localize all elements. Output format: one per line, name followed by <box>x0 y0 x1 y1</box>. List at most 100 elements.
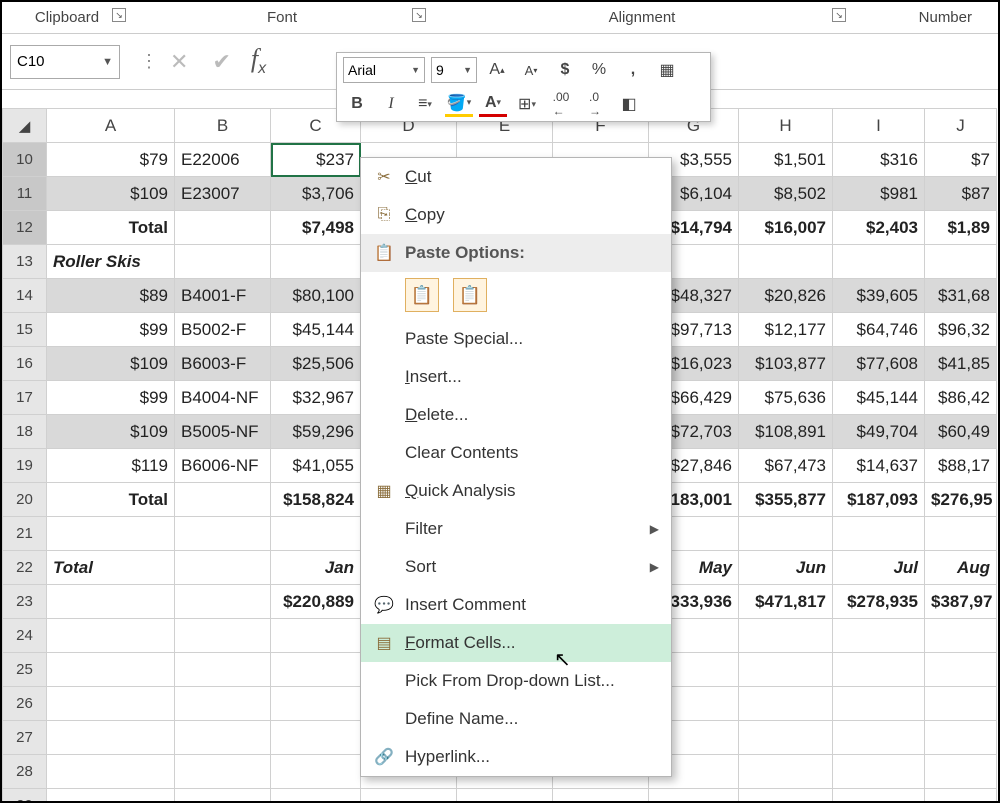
cell[interactable]: $316 <box>833 143 925 177</box>
cell[interactable]: $109 <box>47 347 175 381</box>
cell[interactable] <box>271 687 361 721</box>
cell[interactable] <box>925 653 997 687</box>
cell[interactable]: $64,746 <box>833 313 925 347</box>
cell[interactable] <box>833 517 925 551</box>
row-header[interactable]: 23 <box>3 585 47 619</box>
row-header[interactable]: 16 <box>3 347 47 381</box>
cell[interactable] <box>833 245 925 279</box>
paste-option-paste-icon[interactable]: 📋 <box>405 278 439 312</box>
fx-icon[interactable]: fx <box>251 44 266 78</box>
cell[interactable] <box>739 517 833 551</box>
cell[interactable] <box>833 789 925 802</box>
clear-format-icon[interactable]: ◧ <box>615 91 643 117</box>
cell[interactable] <box>271 721 361 755</box>
cell[interactable]: B4004-NF <box>175 381 271 415</box>
cell[interactable]: $59,296 <box>271 415 361 449</box>
cell[interactable]: Total <box>47 211 175 245</box>
cell[interactable]: $41,055 <box>271 449 361 483</box>
menu-cut[interactable]: ✂Cut <box>361 158 671 196</box>
cell[interactable] <box>175 551 271 585</box>
cell[interactable]: $60,49 <box>925 415 997 449</box>
cell[interactable] <box>553 789 649 802</box>
mini-font-size[interactable]: 9 ▼ <box>431 57 477 83</box>
cell[interactable]: $103,877 <box>739 347 833 381</box>
cell[interactable]: $355,877 <box>739 483 833 517</box>
cell[interactable] <box>739 755 833 789</box>
cell[interactable]: $2,403 <box>833 211 925 245</box>
cell[interactable]: $981 <box>833 177 925 211</box>
paste-option-values-icon[interactable]: 📋 <box>453 278 487 312</box>
cell[interactable]: $20,826 <box>739 279 833 313</box>
row-header[interactable]: 27 <box>3 721 47 755</box>
cell[interactable] <box>925 687 997 721</box>
cell[interactable]: Jul <box>833 551 925 585</box>
cell[interactable] <box>925 245 997 279</box>
cell[interactable]: $3,706 <box>271 177 361 211</box>
cell[interactable] <box>271 619 361 653</box>
row-header[interactable]: 12 <box>3 211 47 245</box>
row-header[interactable]: 10 <box>3 143 47 177</box>
cell[interactable] <box>925 517 997 551</box>
cell[interactable] <box>361 789 457 802</box>
cell[interactable] <box>833 653 925 687</box>
cell[interactable] <box>175 755 271 789</box>
cell[interactable]: $49,704 <box>833 415 925 449</box>
increase-font-icon[interactable]: A▴ <box>483 57 511 83</box>
col-header[interactable]: A <box>47 109 175 143</box>
cell[interactable] <box>175 619 271 653</box>
cell[interactable] <box>47 687 175 721</box>
cell[interactable] <box>739 789 833 802</box>
cell[interactable] <box>925 789 997 802</box>
cell[interactable]: $45,144 <box>833 381 925 415</box>
cell[interactable] <box>175 653 271 687</box>
row-header[interactable]: 19 <box>3 449 47 483</box>
cell[interactable]: $25,506 <box>271 347 361 381</box>
cell[interactable]: Total <box>47 551 175 585</box>
cell[interactable] <box>47 721 175 755</box>
cell[interactable] <box>739 653 833 687</box>
mini-font-name[interactable]: Arial ▼ <box>343 57 425 83</box>
cell[interactable]: $80,100 <box>271 279 361 313</box>
enter-entry-icon[interactable]: ✔ <box>212 49 230 75</box>
row-header[interactable]: 25 <box>3 653 47 687</box>
cell[interactable]: $79 <box>47 143 175 177</box>
row-header[interactable]: 17 <box>3 381 47 415</box>
cell[interactable]: B5005-NF <box>175 415 271 449</box>
menu-define-name[interactable]: Define Name... <box>361 700 671 738</box>
cell[interactable]: $109 <box>47 177 175 211</box>
cell[interactable] <box>175 721 271 755</box>
cell[interactable] <box>47 619 175 653</box>
align-icon[interactable]: ≡▾ <box>411 91 439 117</box>
comma-format-icon[interactable]: , <box>619 57 647 83</box>
row-header[interactable]: 26 <box>3 687 47 721</box>
cell[interactable]: $87 <box>925 177 997 211</box>
cell[interactable] <box>175 211 271 245</box>
cell[interactable] <box>925 619 997 653</box>
cell[interactable] <box>47 755 175 789</box>
menu-format-cells[interactable]: ▤Format Cells... <box>361 624 671 662</box>
cell[interactable]: $7 <box>925 143 997 177</box>
cell[interactable] <box>47 585 175 619</box>
fill-color-icon[interactable]: 🪣▾ <box>445 91 473 117</box>
font-color-icon[interactable]: A▾ <box>479 91 507 117</box>
cell[interactable]: $89 <box>47 279 175 313</box>
cell[interactable]: $96,32 <box>925 313 997 347</box>
cell[interactable]: $16,007 <box>739 211 833 245</box>
cell[interactable]: $32,967 <box>271 381 361 415</box>
menu-quick-analysis[interactable]: ▦Quick Analysis <box>361 472 671 510</box>
font-launcher-icon[interactable]: ↘ <box>412 8 426 22</box>
cell[interactable] <box>739 245 833 279</box>
menu-pick-from-list[interactable]: Pick From Drop-down List... <box>361 662 671 700</box>
cell[interactable]: $471,817 <box>739 585 833 619</box>
cell[interactable]: $75,636 <box>739 381 833 415</box>
cell[interactable]: $108,891 <box>739 415 833 449</box>
cell[interactable] <box>175 483 271 517</box>
cell[interactable] <box>739 687 833 721</box>
cell[interactable] <box>47 789 175 802</box>
cell[interactable] <box>457 789 553 802</box>
cell[interactable]: Jun <box>739 551 833 585</box>
borders-icon[interactable]: ⊞▾ <box>513 91 541 117</box>
menu-clear-contents[interactable]: Clear Contents <box>361 434 671 472</box>
row-header[interactable]: 15 <box>3 313 47 347</box>
cell[interactable] <box>271 653 361 687</box>
